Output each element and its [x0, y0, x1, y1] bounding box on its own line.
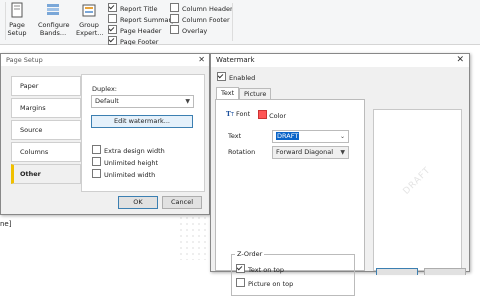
- unlimited-height-checkbox[interactable]: [92, 157, 101, 166]
- watermark-enabled-label: Enabled: [229, 74, 256, 82]
- extra-design-width-check[interactable]: Extra design width: [92, 145, 165, 155]
- report-title-label: Report Title: [120, 5, 158, 13]
- unlimited-height-label: Unlimited height: [104, 159, 159, 167]
- text-on-top-checkbox[interactable]: [236, 264, 245, 273]
- page-setup-close-icon[interactable]: ✕: [198, 55, 205, 64]
- text-on-top-check[interactable]: Text on top: [236, 264, 284, 274]
- rotation-value: Forward Diagonal: [276, 148, 334, 156]
- watermark-text-value: DRAFT: [276, 132, 300, 140]
- z-order-group: Z-Order Text on top Picture on top: [231, 250, 355, 296]
- font-icon-small: T: [230, 112, 234, 118]
- unlimited-width-check[interactable]: Unlimited width: [92, 169, 155, 179]
- ribbon-toolbar: Page Setup Configure Bands... Group Expe…: [0, 0, 480, 46]
- report-summary-check[interactable]: Report Summary: [108, 14, 175, 24]
- group-expert-label: Group Expert...: [76, 21, 104, 37]
- report-title-check[interactable]: Report Title: [108, 3, 158, 13]
- watermark-preview-text: DRAFT: [401, 165, 433, 197]
- picture-on-top-checkbox[interactable]: [236, 278, 245, 287]
- tab-margins[interactable]: Margins: [11, 98, 81, 118]
- font-button[interactable]: TT Font: [226, 110, 250, 118]
- watermark-close-icon[interactable]: ✕: [456, 55, 464, 65]
- duplex-select[interactable]: Default ▼: [91, 95, 194, 108]
- page-setup-ok-label: OK: [133, 198, 143, 206]
- edit-watermark-label: Edit watermark...: [113, 117, 170, 125]
- watermark-enabled-check[interactable]: Enabled: [217, 72, 255, 82]
- page-setup-ok-button[interactable]: OK: [118, 196, 158, 209]
- z-order-label: Z-Order: [235, 250, 265, 258]
- unlimited-height-check[interactable]: Unlimited height: [92, 157, 158, 167]
- picture-on-top-check[interactable]: Picture on top: [236, 278, 293, 288]
- page-setup-icon: [11, 2, 23, 18]
- configure-bands-label: Configure Bands...: [38, 21, 70, 37]
- page-header-check[interactable]: Page Header: [108, 25, 161, 35]
- extra-design-width-label: Extra design width: [104, 147, 165, 155]
- column-header-checkbox[interactable]: [170, 3, 179, 12]
- report-summary-label: Report Summary: [120, 16, 176, 24]
- report-title-checkbox[interactable]: [108, 3, 117, 12]
- duplex-value: Default: [95, 97, 119, 105]
- rotation-select[interactable]: Forward Diagonal ▼: [272, 146, 349, 159]
- chevron-down-icon: ▼: [340, 149, 345, 156]
- rotation-label: Rotation: [228, 148, 256, 156]
- picture-on-top-label: Picture on top: [248, 280, 294, 288]
- configure-bands-button[interactable]: Configure Bands...: [38, 2, 70, 42]
- column-footer-checkbox[interactable]: [170, 14, 179, 23]
- color-icon: [258, 110, 267, 119]
- watermark-cancel-button[interactable]: [424, 268, 466, 275]
- overlay-checkbox[interactable]: [170, 25, 179, 34]
- text-on-top-label: Text on top: [248, 266, 285, 274]
- watermark-preview: DRAFT: [373, 109, 462, 271]
- watermark-text-panel: TT Font Color Text DRAFT ⌄ Rotation Forw…: [215, 99, 365, 296]
- report-summary-checkbox[interactable]: [108, 14, 117, 23]
- column-header-label: Column Header: [182, 5, 233, 13]
- column-footer-label: Column Footer: [182, 16, 230, 24]
- page-header-checkbox[interactable]: [108, 25, 117, 34]
- page-setup-tab-list: Paper Margins Source Columns Other: [11, 76, 81, 231]
- chevron-down-icon: ⌄: [339, 133, 345, 140]
- designer-grid-dots: [178, 215, 208, 260]
- page-header-label: Page Header: [120, 27, 162, 35]
- page-footer-checkbox[interactable]: [108, 36, 117, 45]
- page-setup-cancel-label: Cancel: [170, 198, 194, 206]
- watermark-dialog: Watermark ✕ Enabled Text Picture TT Font…: [210, 53, 470, 296]
- tab-columns[interactable]: Columns: [11, 142, 81, 162]
- watermark-enabled-checkbox[interactable]: [217, 72, 226, 81]
- overlay-check[interactable]: Overlay: [170, 25, 207, 35]
- watermark-ok-button[interactable]: [376, 268, 418, 275]
- tab-source[interactable]: Source: [11, 120, 81, 140]
- designer-fragment-text: ne]: [0, 220, 12, 228]
- overlay-label: Overlay: [182, 27, 208, 35]
- page-setup-cancel-button[interactable]: Cancel: [162, 196, 202, 209]
- color-button[interactable]: Color: [258, 110, 286, 120]
- page-setup-dialog: Page Setup ✕ Paper Margins Source Column…: [0, 53, 210, 215]
- text-label: Text: [228, 132, 242, 140]
- extra-design-width-checkbox[interactable]: [92, 145, 101, 154]
- page-setup-title: Page Setup: [1, 54, 209, 66]
- page-setup-other-panel: Duplex: Default ▼ Edit watermark... Extr…: [81, 74, 205, 192]
- unlimited-width-checkbox[interactable]: [92, 169, 101, 178]
- column-header-check[interactable]: Column Header: [170, 3, 233, 13]
- configure-bands-icon: [47, 4, 59, 15]
- ribbon-group-divider: [232, 3, 233, 41]
- duplex-label: Duplex:: [92, 85, 117, 93]
- font-label: Font: [235, 110, 251, 118]
- chevron-down-icon: ▼: [185, 98, 190, 105]
- group-expert-button[interactable]: Group Expert...: [76, 2, 104, 42]
- column-footer-check[interactable]: Column Footer: [170, 14, 230, 24]
- page-setup-label: Page Setup: [7, 21, 27, 37]
- group-expert-icon: [82, 4, 96, 17]
- tab-paper[interactable]: Paper: [11, 76, 81, 96]
- edit-watermark-button[interactable]: Edit watermark...: [91, 115, 193, 128]
- unlimited-width-label: Unlimited width: [104, 171, 156, 179]
- watermark-title: Watermark: [211, 54, 469, 67]
- tab-other[interactable]: Other: [11, 164, 81, 184]
- color-label: Color: [269, 112, 287, 120]
- watermark-text-select[interactable]: DRAFT ⌄: [272, 130, 349, 143]
- page-setup-button[interactable]: Page Setup: [6, 2, 28, 42]
